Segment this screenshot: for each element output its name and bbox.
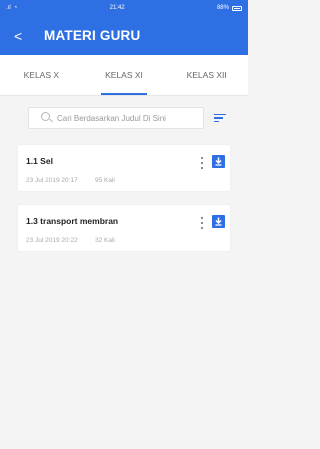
status-right: 88%	[217, 5, 242, 11]
download-icon[interactable]	[212, 155, 225, 168]
signal-icons: .ıl ◔	[6, 5, 17, 11]
battery-icon	[231, 5, 242, 11]
filter-icon[interactable]	[214, 113, 230, 123]
signal-icon: .ıl	[6, 5, 11, 11]
class-tabs: KELAS X KELAS XI KELAS XII	[0, 55, 248, 96]
material-card[interactable]: 1.1 Sel 23 Jul 2019 20:17 95 Kali	[18, 145, 230, 191]
material-title: 1.3 transport membran	[26, 216, 119, 226]
search-area: Cari Berdasarkan Judul Di Sini	[0, 96, 248, 140]
battery-percent: 88%	[216, 5, 229, 11]
search-icon	[41, 112, 53, 124]
search-input[interactable]: Cari Berdasarkan Judul Di Sini	[28, 107, 204, 129]
app-bar: < MATERI GURU	[0, 16, 248, 55]
tab-kelas-xi[interactable]: KELAS XI	[83, 55, 166, 95]
search-placeholder: Cari Berdasarkan Judul Di Sini	[57, 113, 166, 123]
more-vert-icon[interactable]	[199, 217, 205, 229]
material-views: 32 Kali	[95, 237, 115, 244]
material-date: 23 Jul 2019 20:17	[26, 177, 78, 184]
tab-kelas-xii[interactable]: KELAS XII	[165, 55, 248, 95]
tab-kelas-x[interactable]: KELAS X	[0, 55, 83, 95]
material-title: 1.1 Sel	[26, 156, 53, 166]
material-views: 95 Kali	[95, 177, 115, 184]
back-button[interactable]: <	[14, 28, 44, 44]
download-icon[interactable]	[212, 215, 225, 228]
wifi-icon: ◔	[13, 5, 18, 11]
status-time: 21:42	[109, 5, 125, 11]
status-bar: .ıl ◔ 21:42 88%	[0, 0, 248, 16]
material-date: 23 Jul 2019 20:22	[26, 237, 78, 244]
material-card[interactable]: 1.3 transport membran 23 Jul 2019 20:22 …	[18, 205, 230, 251]
page-title: MATERI GURU	[44, 28, 141, 43]
more-vert-icon[interactable]	[199, 157, 205, 169]
